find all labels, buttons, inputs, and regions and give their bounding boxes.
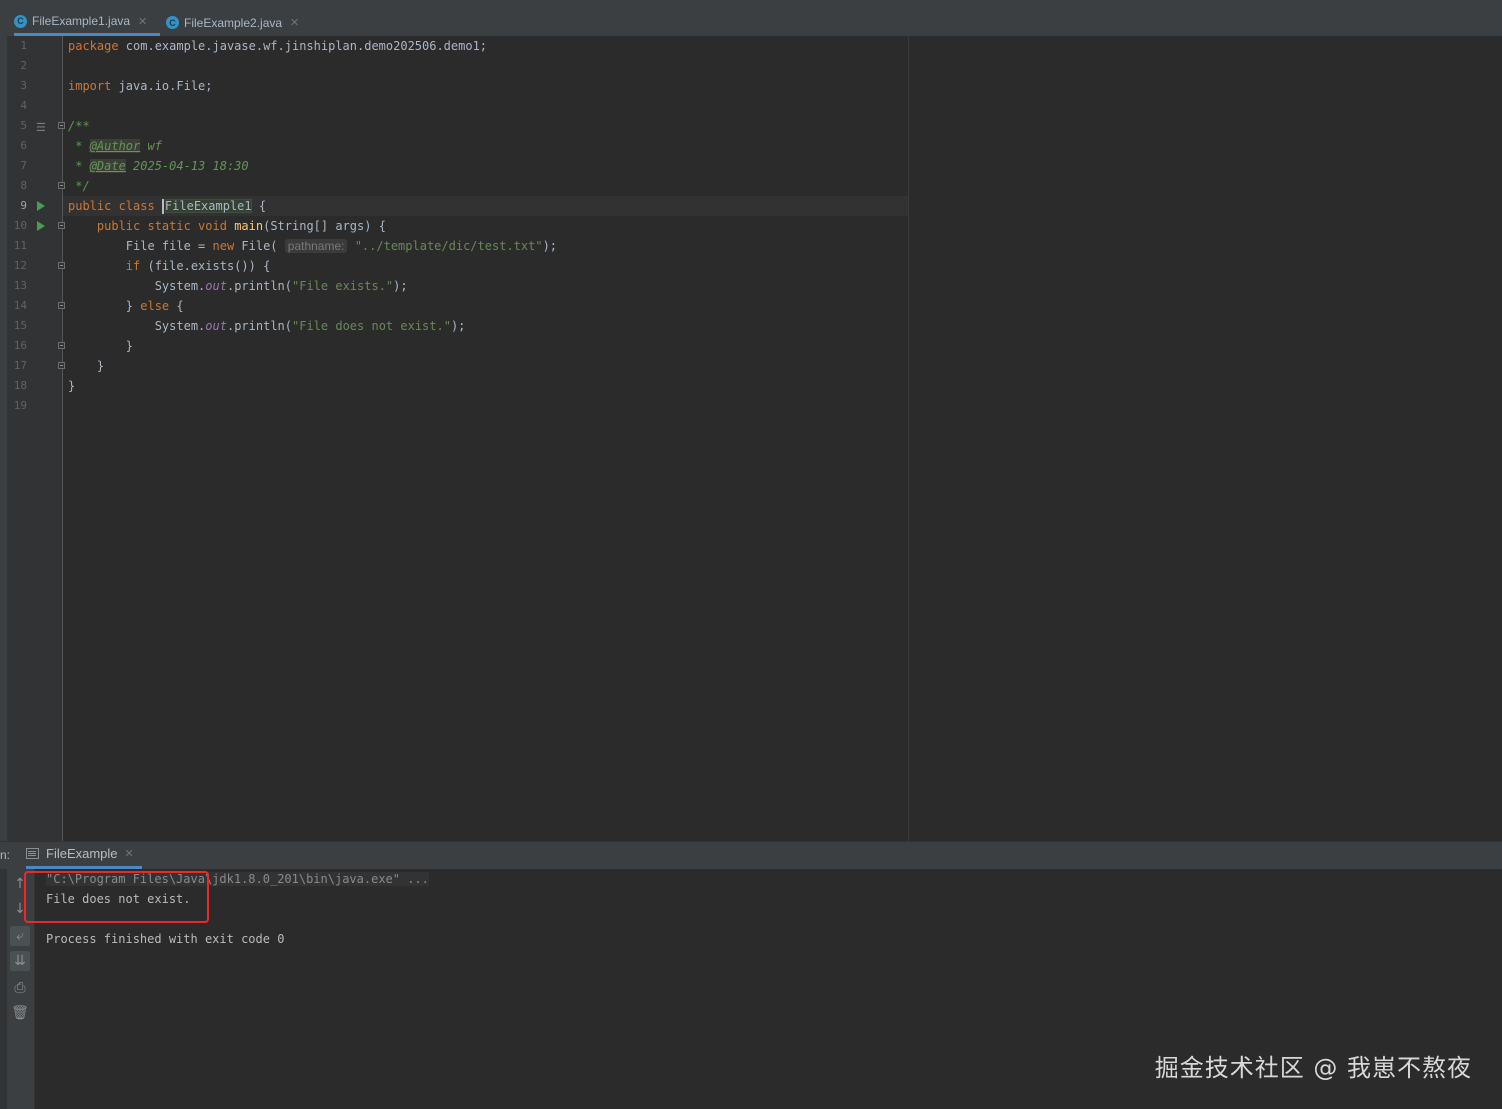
run-panel-label: n:: [0, 848, 11, 862]
code-line: public static void main(String[] args) {: [96, 219, 386, 233]
line-number: 10: [13, 219, 27, 232]
fold-icon[interactable]: [58, 362, 65, 369]
line-number: 14: [13, 299, 27, 312]
code-line: * @Date 2025-04-13 18:30: [68, 159, 249, 173]
print-icon[interactable]: ⎙: [10, 978, 30, 998]
code-line: import java.io.File;: [68, 79, 213, 93]
line-number: 2: [20, 59, 27, 72]
java-class-icon: C: [166, 16, 179, 29]
fold-icon[interactable]: [58, 302, 65, 309]
fold-icon[interactable]: [58, 222, 65, 229]
editor-tab-bar: C FileExample1.java ✕ C FileExample2.jav…: [0, 9, 1502, 37]
code-line: }: [68, 359, 105, 373]
code-line: File file = new File( pathname: "../temp…: [68, 239, 558, 253]
scroll-to-end-icon[interactable]: ⇊: [10, 951, 30, 971]
run-icon[interactable]: [37, 221, 45, 231]
code-editor[interactable]: [63, 36, 1502, 841]
line-number: 12: [13, 259, 27, 272]
code-line: */: [68, 179, 90, 193]
right-margin-guide: [908, 36, 909, 841]
run-tab-fileexample[interactable]: FileExample ✕: [26, 841, 142, 869]
console-icon: [26, 848, 39, 859]
line-number: 11: [13, 239, 27, 252]
tab-label: FileExample2.java: [184, 15, 283, 30]
code-line: System.out.println("File does not exist.…: [68, 319, 466, 333]
run-panel-header: [0, 841, 1502, 870]
trash-icon[interactable]: 🗑: [10, 1003, 30, 1023]
code-line: } else {: [68, 299, 184, 313]
fold-icon[interactable]: [58, 262, 65, 269]
code-line: package com.example.javase.wf.jinshiplan…: [68, 39, 488, 53]
watermark: 掘金技术社区 @ 我崽不熬夜: [1154, 1054, 1472, 1082]
close-icon[interactable]: ✕: [125, 847, 134, 860]
code-line: /**: [68, 119, 90, 133]
line-number: 16: [13, 339, 27, 352]
code-line: System.out.println("File exists.");: [68, 279, 408, 293]
line-number: 5: [20, 119, 27, 132]
soft-wrap-icon[interactable]: ⤶: [10, 926, 30, 946]
close-icon[interactable]: ✕: [138, 15, 147, 28]
fold-icon[interactable]: [58, 182, 65, 189]
render-doc-icon[interactable]: ☰: [36, 121, 46, 134]
line-number: 4: [20, 99, 27, 112]
line-number: 3: [20, 79, 27, 92]
line-number: 6: [20, 139, 27, 152]
line-number: 17: [13, 359, 27, 372]
run-icon[interactable]: [37, 201, 45, 211]
tab-fileexample1[interactable]: C FileExample1.java ✕: [14, 9, 160, 36]
line-number: 8: [20, 179, 27, 192]
code-line: * @Author wf: [68, 139, 162, 153]
java-class-icon: C: [14, 14, 27, 28]
code-line: }: [68, 379, 76, 393]
tab-fileexample2[interactable]: C FileExample2.java ✕: [166, 9, 306, 36]
code-line: public class FileExample1 {: [68, 199, 267, 214]
run-left-strip: [0, 869, 7, 1109]
fold-icon[interactable]: [58, 122, 65, 129]
line-number: 15: [13, 319, 27, 332]
line-number: 18: [13, 379, 27, 392]
line-number: 7: [20, 159, 27, 172]
highlight-box: [24, 871, 209, 923]
line-number: 1: [20, 39, 27, 52]
text-caret: [161, 199, 164, 214]
line-number: 19: [13, 399, 27, 412]
fold-icon[interactable]: [58, 342, 65, 349]
line-number: 9: [20, 199, 27, 212]
close-icon[interactable]: ✕: [290, 16, 299, 29]
code-line: if (file.exists()) {: [125, 259, 271, 273]
run-tab-label: FileExample: [46, 846, 118, 861]
console-line: Process finished with exit code 0: [46, 932, 285, 946]
code-line: }: [68, 339, 134, 353]
line-number: 13: [13, 279, 27, 292]
parameter-hint: pathname:: [284, 239, 348, 253]
tab-label: FileExample1.java: [32, 14, 131, 28]
